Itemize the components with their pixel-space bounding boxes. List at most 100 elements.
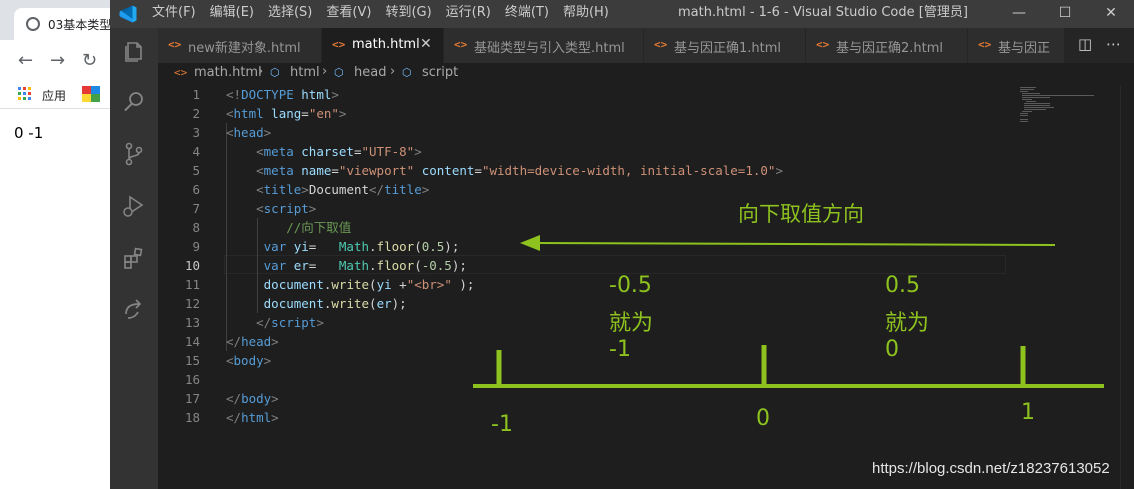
arrow-right-icon[interactable]: → [50,50,65,71]
vertical-scrollbar[interactable] [1120,85,1134,489]
tab-new-object[interactable]: <> new新建对象.html [158,28,322,63]
remote-icon[interactable] [120,296,148,324]
symbol-element-icon: ⬡ [402,66,412,79]
tab-label: 基与因正 [998,41,1051,56]
axis-tick-label: 1 [1021,400,1035,425]
html-file-icon: <> [978,38,992,51]
menu-view[interactable]: 查看(V) [326,0,371,28]
chevron-right-icon: › [390,64,396,79]
source-control-icon[interactable] [120,140,148,168]
code-line: 11 document.write(yi +"<br>" ); [184,277,475,292]
code-line: 3 <head> [192,125,272,140]
menu-edit[interactable]: 编辑(E) [210,0,254,28]
neg-half-becomes: 就为 [609,311,654,336]
tab-actions: ◫ ⋯ [1064,28,1134,63]
code-line: 4 <meta charset="UTF-8"> [192,144,422,159]
apps-grid-icon[interactable] [18,87,32,101]
neg-half-result: -1 [609,337,631,362]
menu-bar: 文件(F) 编辑(E) 选择(S) 查看(V) 转到(G) 运行(R) 终端(T… [152,0,623,28]
pos-half-becomes: 就为 [885,311,930,336]
direction-label: 向下取值方向 [738,202,864,226]
explorer-icon[interactable] [120,38,148,66]
menu-run[interactable]: 运行(R) [446,0,491,28]
watermark: https://blog.csdn.net/z18237613052 [872,460,1110,477]
browser-window: 03基本类型 ← → ↻ 应用 0 -1 [0,0,110,489]
html-file-icon: <> [332,38,346,51]
pos-half-value: 0.5 [885,273,920,298]
code-line: 17 </body> [184,391,279,406]
tab-math[interactable]: <> math.html ✕ [322,28,444,63]
tab-basic-types[interactable]: <> 基础类型与引入类型.html [444,28,644,63]
breadcrumb-file[interactable]: math.html [194,65,262,80]
neg-half-value: -0.5 [609,273,652,298]
chevron-right-icon: › [258,64,264,79]
more-actions-icon[interactable]: ⋯ [1106,35,1121,53]
menu-go[interactable]: 转到(G) [385,0,431,28]
tab-label: 基与因正确2.html [836,41,944,56]
maximize-button[interactable]: ☐ [1042,0,1088,28]
code-line: 18 </html> [184,410,279,425]
arrow-left-icon[interactable]: ← [18,50,33,71]
symbol-element-icon: ⬡ [334,66,344,79]
browser-nav: ← → ↻ [0,40,110,82]
close-icon[interactable]: ✕ [420,36,432,52]
title-bar: 文件(F) 编辑(E) 选择(S) 查看(V) 转到(G) 运行(R) 终端(T… [110,0,1134,28]
run-debug-icon[interactable] [120,192,148,220]
code-line: 7 <script> [192,201,317,216]
tab-correct-more[interactable]: <> 基与因正 [968,28,1078,63]
code-line: 8 //向下取值 [192,220,352,235]
tab-label: math.html [352,37,420,52]
code-line: 6 <title>Document</title> [192,182,430,197]
reload-icon[interactable]: ↻ [82,50,97,71]
html-file-icon: <> [816,38,830,51]
tab-label: 基与因正确1.html [674,41,782,56]
extensions-icon[interactable] [120,244,148,272]
code-line: 2 <html lang="en"> [192,106,347,121]
code-line: 9 var yi= Math.floor(0.5); [192,239,460,254]
close-button[interactable]: ✕ [1088,0,1134,28]
tab-correct-1[interactable]: <> 基与因正确1.html [644,28,806,63]
vscode-logo-icon [119,5,137,23]
pos-half-result: 0 [885,337,899,362]
chevron-right-icon: › [322,64,328,79]
axis-tick-label: -1 [491,412,513,437]
code-line: 16 [184,372,200,387]
html-file-icon: <> [168,38,182,51]
breadcrumb: <> math.html › ⬡ html › ⬡ head › ⬡ scrip… [158,63,1134,85]
html-file-icon: <> [654,38,668,51]
minimize-button[interactable]: — [996,0,1042,28]
editor-tabs: <> new新建对象.html <> math.html ✕ <> 基础类型与引… [158,28,1134,63]
apps-label[interactable]: 应用 [42,87,66,104]
breadcrumb-html[interactable]: html [290,65,320,80]
code-line: 5 <meta name="viewport" content="width=d… [192,163,783,178]
tab-label: new新建对象.html [188,41,301,56]
split-editor-icon[interactable]: ◫ [1078,35,1092,53]
html-file-icon: <> [454,38,468,51]
code-line: 1 <!DOCTYPE html> [192,87,339,102]
search-icon[interactable] [120,88,148,116]
globe-icon [26,17,40,31]
menu-selection[interactable]: 选择(S) [268,0,312,28]
symbol-element-icon: ⬡ [270,66,280,79]
breadcrumb-script[interactable]: script [422,65,458,80]
axis-tick-label: 0 [756,406,770,431]
menu-terminal[interactable]: 终端(T) [505,0,549,28]
tab-label: 基础类型与引入类型.html [474,41,625,56]
menu-help[interactable]: 帮助(H) [563,0,609,28]
breadcrumb-head[interactable]: head [354,65,386,80]
browser-tab[interactable]: 03基本类型 [14,8,110,40]
html-file-icon: <> [174,66,188,79]
tab-correct-2[interactable]: <> 基与因正确2.html [806,28,968,63]
browser-tab-title: 03基本类型 [48,18,110,32]
bookmarks-bar: 应用 [0,82,110,109]
browser-tabstrip: 03基本类型 [0,0,110,40]
bookmark-favicon[interactable] [82,86,100,102]
page-output: 0 -1 [14,124,44,142]
code-line: 10 var er= Math.floor(-0.5); [184,258,467,273]
activity-bar [110,28,158,489]
code-line: 15 <body> [184,353,272,368]
window-title: math.html - 1-6 - Visual Studio Code [管理… [678,5,968,20]
menu-file[interactable]: 文件(F) [152,0,196,28]
minimap[interactable] [1018,85,1098,145]
vscode-window: 文件(F) 编辑(E) 选择(S) 查看(V) 转到(G) 运行(R) 终端(T… [110,0,1134,489]
